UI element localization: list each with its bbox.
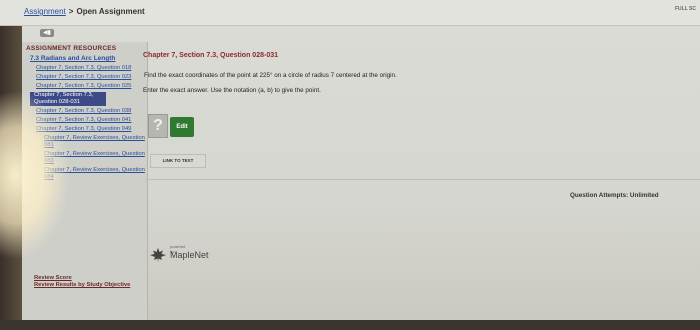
breadcrumb-current: Open Assignment	[76, 7, 145, 16]
question-title: Chapter 7, Section 7.3, Question 028-031	[143, 52, 278, 59]
screen: Assignment > Open Assignment FULL SC ◀▮ AS…	[0, 0, 700, 330]
sidebar-item[interactable]: Chapter 7, Section 7.3, Question 049	[30, 126, 147, 133]
sidebar-bottom-links: Review Score Review Results by Study Obj…	[34, 275, 130, 289]
divider	[145, 179, 700, 180]
main-content: Chapter 7, Section 7.3, Question 028-031…	[143, 42, 700, 330]
link-to-text-button[interactable]: LINK TO TEXT	[150, 154, 206, 168]
sidebar-item[interactable]: Chapter 7, Review Exercises, Question 08…	[30, 135, 147, 149]
breadcrumb: Assignment > Open Assignment	[24, 7, 145, 16]
question-attempts: Question Attempts: Unlimited	[570, 192, 659, 199]
breadcrumb-separator: >	[68, 7, 74, 16]
question-text: Find the exact coordinates of the point …	[144, 72, 397, 79]
review-results-link[interactable]: Review Results by Study Objective	[34, 282, 130, 289]
sidebar-item[interactable]: Chapter 7, Review Exercises, Question 08…	[30, 167, 147, 181]
sidebar-item[interactable]: Chapter 7, Section 7.3, Question 038	[30, 108, 147, 115]
sidebar-item[interactable]: Chapter 7, Section 7.3, Question 041	[30, 117, 147, 124]
question-instructions: Enter the exact answer. Use the notation…	[143, 87, 321, 94]
sidebar-item[interactable]: Chapter 7, Section 7.3, Question 025	[30, 83, 147, 90]
review-score-link[interactable]: Review Score	[34, 275, 130, 282]
sidebar-section-title[interactable]: 7.3 Radians and Arc Length	[22, 55, 147, 63]
maplenet-logo: MapleNet	[170, 250, 209, 260]
left-bezel	[0, 0, 22, 330]
edit-button[interactable]: Edit	[170, 117, 194, 137]
sidebar-item[interactable]: Chapter 7, Review Exercises, Question 08…	[30, 151, 147, 165]
sidebar-list: Chapter 7, Section 7.3, Question 018 Cha…	[22, 65, 147, 181]
sidebar-item-current[interactable]: Chapter 7, Section 7.3, Question 028-031	[30, 92, 106, 106]
bottom-bezel	[0, 320, 700, 330]
sidebar-item[interactable]: Chapter 7, Section 7.3, Question 023	[30, 74, 147, 81]
top-bar: Assignment > Open Assignment FULL SC	[0, 0, 700, 26]
breadcrumb-assignment-link[interactable]: Assignment	[24, 7, 66, 16]
maple-leaf-icon	[150, 248, 166, 262]
sidebar-toggle-icon[interactable]: ◀▮	[40, 29, 54, 37]
sidebar-item[interactable]: Chapter 7, Section 7.3, Question 018	[30, 65, 147, 72]
sidebar-heading: ASSIGNMENT RESOURCES	[26, 45, 117, 52]
full-screen-link[interactable]: FULL SC	[675, 6, 696, 12]
answer-placeholder-icon: ?	[148, 114, 168, 138]
